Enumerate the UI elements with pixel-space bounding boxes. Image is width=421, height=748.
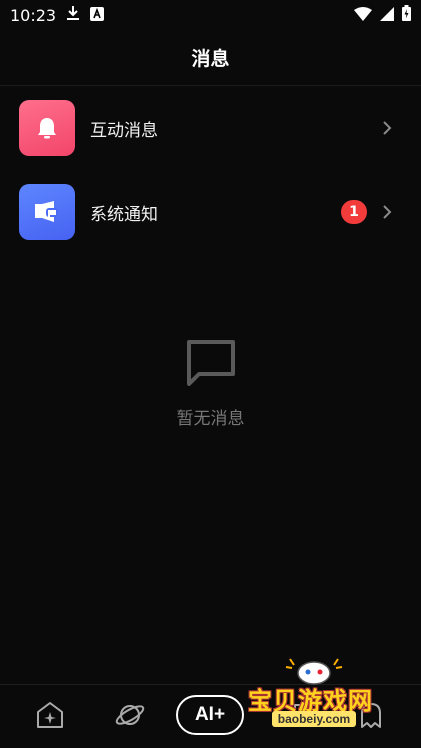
download-icon (66, 5, 80, 25)
watermark: 宝贝游戏网 baobeiy.com (244, 655, 394, 745)
page-title: 消息 (191, 48, 230, 70)
unread-badge: 1 (341, 200, 367, 224)
status-bar: 10:23 (0, 0, 421, 30)
sparkle-home-icon (37, 702, 63, 728)
status-time: 10:23 (10, 5, 57, 25)
planet-icon (115, 705, 145, 725)
ai-plus-button[interactable]: AI+ (176, 695, 244, 735)
bell-icon-tile (19, 100, 75, 156)
nav-explore[interactable] (114, 699, 146, 731)
empty-state: 暂无消息 (0, 338, 421, 429)
app-notification-icon (90, 6, 105, 25)
status-left: 10:23 (10, 5, 105, 25)
megaphone-icon (35, 201, 58, 222)
watermark-url: baobeiy.com (272, 711, 356, 727)
list-item-label: 互动消息 (90, 120, 158, 141)
battery-icon (402, 5, 411, 25)
megaphone-icon-tile (19, 184, 75, 240)
chevron-right-icon (375, 200, 399, 224)
empty-state-text: 暂无消息 (176, 409, 245, 429)
chevron-right-icon (375, 116, 399, 140)
list-item-interaction-messages[interactable]: 互动消息 (0, 90, 421, 166)
title-bar: 消息 (0, 30, 421, 86)
nav-home[interactable] (34, 699, 66, 731)
list-item-label: 系统通知 (90, 204, 158, 225)
status-right (354, 5, 411, 25)
signal-icon (380, 6, 394, 25)
chat-bubble-icon (186, 340, 235, 386)
list-item-system-notifications[interactable]: 系统通知 1 (0, 174, 421, 250)
bell-icon (38, 118, 56, 139)
wifi-icon (354, 6, 372, 25)
